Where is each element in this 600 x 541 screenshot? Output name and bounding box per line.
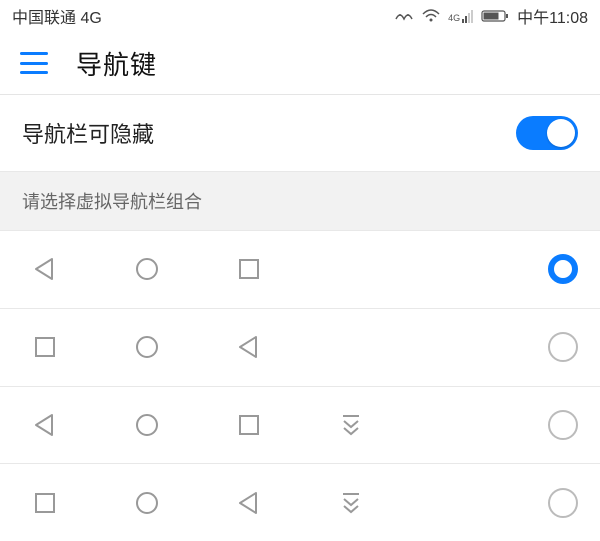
home-key-icon <box>132 488 162 518</box>
nav-combo-radio-3[interactable] <box>548 488 578 518</box>
settings-screen: 中国联通 4G 4G 中午11:08 导航 <box>0 0 600 541</box>
recent-key-icon <box>30 332 60 362</box>
back-key-icon <box>30 254 60 284</box>
back-key-icon <box>30 410 60 440</box>
nav-combo-icons <box>30 332 548 362</box>
carrier-label: 中国联通 4G <box>12 4 102 28</box>
nav-combo-icons <box>30 488 548 518</box>
clock-label: 中午11:08 <box>517 4 588 28</box>
nav-combo-option-0[interactable] <box>0 231 600 309</box>
wifi-icon <box>422 9 440 23</box>
home-key-icon <box>132 332 162 362</box>
hamburger-menu-icon[interactable] <box>20 52 48 74</box>
nav-combo-section-header: 请选择虚拟导航栏组合 <box>0 171 600 231</box>
status-bar: 中国联通 4G 4G 中午11:08 <box>0 0 600 32</box>
nav-hideable-label: 导航栏可隐藏 <box>22 117 154 149</box>
status-bar-right: 4G 中午11:08 <box>394 4 588 28</box>
title-bar: 导航键 <box>0 32 600 94</box>
nav-combo-options <box>0 231 600 541</box>
nav-combo-option-2[interactable] <box>0 387 600 465</box>
nav-combo-option-3[interactable] <box>0 464 600 541</box>
home-key-icon <box>132 410 162 440</box>
nav-combo-radio-1[interactable] <box>548 332 578 362</box>
signal-icon: 4G <box>448 10 473 23</box>
nav-hideable-row[interactable]: 导航栏可隐藏 <box>0 95 600 171</box>
battery-icon <box>481 9 509 23</box>
nav-combo-radio-2[interactable] <box>548 410 578 440</box>
page-title: 导航键 <box>76 45 157 82</box>
nav-hideable-switch[interactable] <box>516 116 578 150</box>
nav-combo-option-1[interactable] <box>0 309 600 387</box>
home-key-icon <box>132 254 162 284</box>
nav-combo-radio-0[interactable] <box>548 254 578 284</box>
dropdown-key-icon <box>336 410 366 440</box>
back-key-icon <box>234 332 264 362</box>
nav-combo-icons <box>30 410 548 440</box>
dropdown-key-icon <box>336 488 366 518</box>
switch-knob <box>547 119 575 147</box>
back-key-icon <box>234 488 264 518</box>
nav-combo-icons <box>30 254 548 284</box>
status-bar-left: 中国联通 4G <box>12 4 102 28</box>
eye-care-icon <box>394 9 414 23</box>
recent-key-icon <box>30 488 60 518</box>
recent-key-icon <box>234 254 264 284</box>
recent-key-icon <box>234 410 264 440</box>
